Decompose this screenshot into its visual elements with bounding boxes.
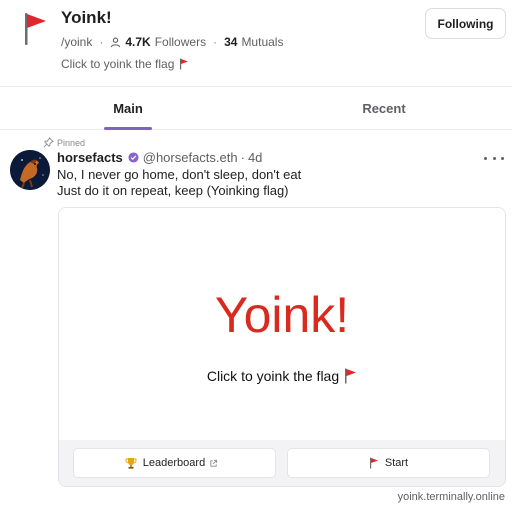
channel-header: Yoink! /yoink · 4.7K Followers · 34 Mutu… — [0, 0, 512, 86]
cast-text-line: Just do it on repeat, keep (Yoinking fla… — [57, 183, 289, 198]
tab-main[interactable]: Main — [0, 87, 256, 130]
horse-avatar-image — [10, 150, 50, 190]
cast-author-row: horsefacts @horsefacts.eth · 4d — [57, 150, 262, 165]
avatar[interactable] — [10, 150, 50, 190]
cast-text: No, I never go home, don't sleep, don't … — [57, 167, 301, 199]
red-flag-icon — [369, 457, 378, 469]
start-button[interactable]: Start — [287, 448, 490, 478]
pinned-indicator: Pinned — [43, 137, 85, 148]
channel-description: Click to yoink the flag — [61, 57, 189, 71]
red-flag-icon — [345, 368, 357, 384]
cast-text-line: No, I never go home, don't sleep, don't … — [57, 167, 302, 182]
mutuals-count[interactable]: 34 — [224, 35, 237, 49]
verified-badge-icon — [128, 152, 139, 163]
author-handle[interactable]: @horsefacts.eth — [143, 150, 238, 165]
frame-domain[interactable]: yoink.terminally.online — [398, 491, 505, 503]
red-flag-icon — [180, 58, 189, 70]
pinned-label: Pinned — [57, 137, 86, 148]
trophy-icon — [125, 458, 137, 469]
followers-label[interactable]: Followers — [155, 35, 206, 49]
separator: · — [99, 35, 104, 49]
start-label: Start — [384, 457, 409, 469]
leaderboard-label: Leaderboard — [142, 457, 206, 469]
mutuals-label[interactable]: Mutuals — [241, 35, 283, 49]
dot — [501, 156, 504, 160]
channel-description-text: Click to yoink the flag — [61, 57, 175, 71]
author-name[interactable]: horsefacts — [57, 150, 123, 165]
separator: · — [240, 150, 245, 165]
leaderboard-button[interactable]: Leaderboard — [73, 448, 276, 478]
frame-subtext: Click to yoink the flag — [59, 368, 505, 384]
frame-actions: Leaderboard Start — [59, 440, 505, 486]
separator: · — [213, 35, 218, 49]
person-icon — [111, 37, 121, 47]
active-tab-indicator — [104, 127, 152, 130]
dot — [484, 156, 487, 160]
frame-image[interactable]: Yoink! Click to yoink the flag — [59, 208, 505, 440]
frame-embed: Yoink! Click to yoink the flag Leaderboa… — [58, 207, 506, 487]
channel-meta: /yoink · 4.7K Followers · 34 Mutuals — [61, 35, 283, 49]
red-flag-icon — [25, 13, 46, 45]
tab-recent[interactable]: Recent — [256, 87, 512, 130]
following-button[interactable]: Following — [425, 8, 506, 39]
more-options-icon[interactable] — [484, 151, 504, 165]
feed-tabs: Main Recent — [0, 86, 512, 130]
channel-title: Yoink! — [61, 8, 112, 27]
pin-icon — [43, 137, 54, 148]
external-link-icon — [210, 459, 218, 467]
channel-handle: /yoink — [61, 35, 93, 49]
frame-heading: Yoink! — [214, 287, 350, 343]
cast-timestamp[interactable]: 4d — [248, 150, 262, 165]
followers-count[interactable]: 4.7K — [125, 35, 150, 49]
frame-subtext-label: Click to yoink the flag — [206, 368, 340, 384]
dot — [492, 156, 496, 160]
